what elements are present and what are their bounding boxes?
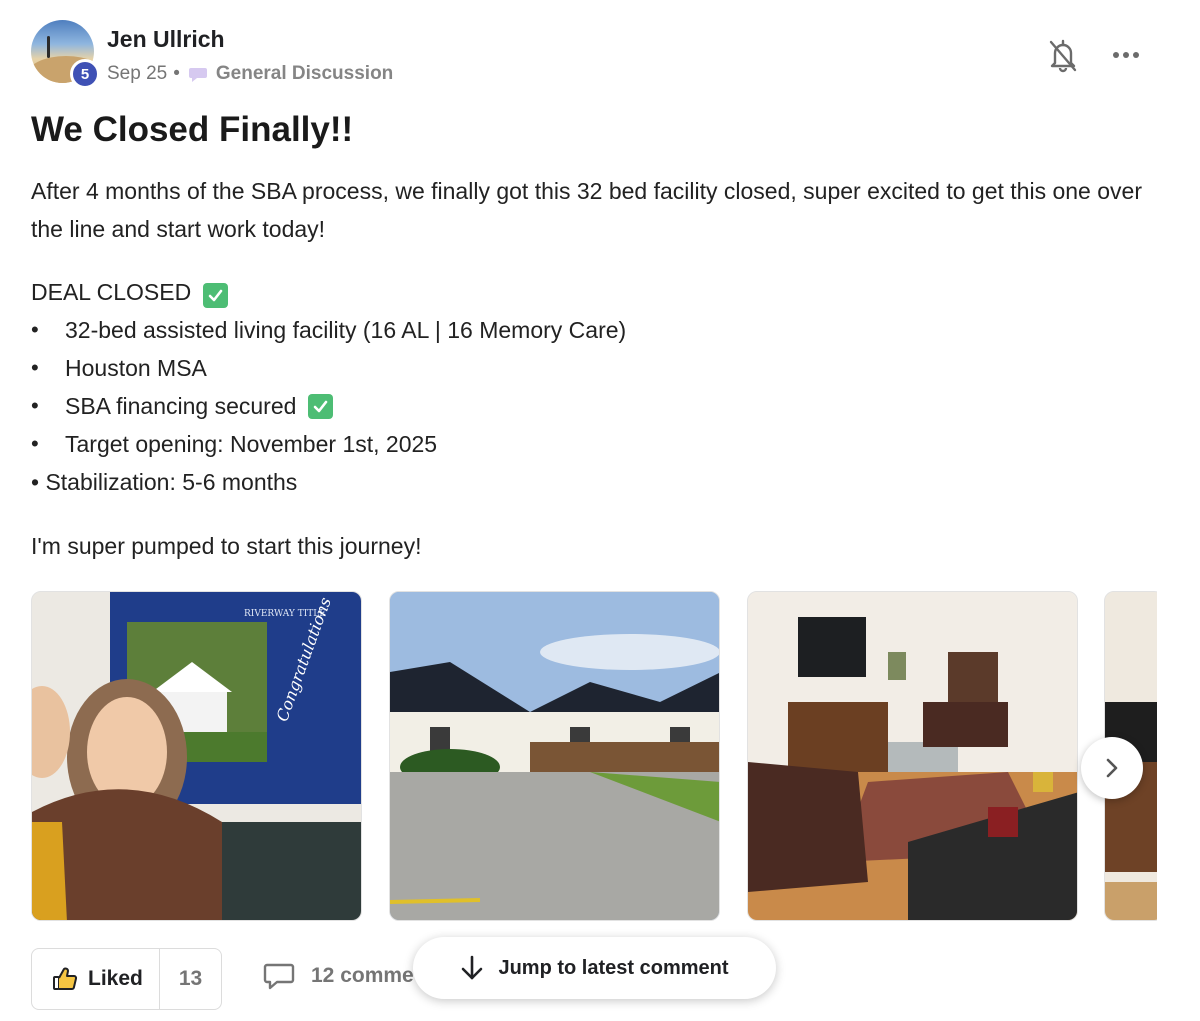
post-card: 5 Jen Ullrich Sep 25 • General Discussio… <box>0 0 1200 1021</box>
gallery-photo-office[interactable]: RIVERWAY TITLE Congratulations <box>31 591 362 921</box>
post-meta: Sep 25 • General Discussion <box>107 62 393 86</box>
post-intro: After 4 months of the SBA process, we fi… <box>31 178 1142 242</box>
list-item: • SBA financing secured <box>31 387 626 425</box>
bullet-text: Houston MSA <box>65 355 207 381</box>
jump-to-latest-comment-button[interactable]: Jump to latest comment <box>413 937 776 999</box>
stabilization-line: • Stabilization: 5-6 months <box>31 469 298 495</box>
bullet-text: Target opening: November 1st, 2025 <box>65 431 438 457</box>
meta-separator: • <box>173 63 180 84</box>
like-count[interactable]: 13 <box>160 949 221 1009</box>
jump-label: Jump to latest comment <box>498 956 729 979</box>
post-date[interactable]: Sep 25 <box>107 63 167 85</box>
thumbs-up-icon <box>52 966 78 992</box>
list-item: • Houston MSA <box>31 349 626 387</box>
check-icon <box>203 283 229 308</box>
gallery-next-button[interactable] <box>1081 737 1143 799</box>
level-badge: 5 <box>70 59 100 89</box>
photo-gallery: RIVERWAY TITLE Congratulations <box>31 591 1157 921</box>
like-control: Liked 13 <box>31 948 222 1010</box>
check-icon <box>308 393 334 419</box>
bullet-text: SBA financing secured <box>65 393 297 419</box>
list-item: • 32-bed assisted living facility (16 AL … <box>31 311 626 349</box>
bullet-text: 32-bed assisted living facility (16 AL |… <box>65 317 627 343</box>
deal-heading: DEAL CLOSED <box>31 279 192 305</box>
like-label: Liked <box>88 967 143 990</box>
like-button[interactable]: Liked <box>32 949 160 1009</box>
gallery-photo-building[interactable] <box>389 591 720 921</box>
comment-bubble-icon <box>263 962 295 990</box>
category-link[interactable]: General Discussion <box>216 63 393 85</box>
deal-bullet-list: • 32-bed assisted living facility (16 AL … <box>31 311 626 463</box>
post-title: We Closed Finally!! <box>31 110 354 149</box>
comments-button[interactable]: 12 comme <box>263 962 414 990</box>
chevron-right-icon <box>1102 757 1122 779</box>
deal-heading-row: DEAL CLOSED <box>31 273 1171 311</box>
more-icon[interactable] <box>1106 40 1146 70</box>
comment-bubble-icon <box>188 64 208 84</box>
closing-line: I'm super pumped to start this journey! <box>31 533 422 559</box>
comments-label: 12 comme <box>311 964 414 987</box>
arrow-down-icon <box>460 954 484 982</box>
gallery-photo-living-room[interactable] <box>747 591 1078 921</box>
author-name[interactable]: Jen Ullrich <box>107 26 225 53</box>
bell-off-icon[interactable] <box>1046 36 1080 74</box>
list-item: • Target opening: November 1st, 2025 <box>31 425 626 463</box>
